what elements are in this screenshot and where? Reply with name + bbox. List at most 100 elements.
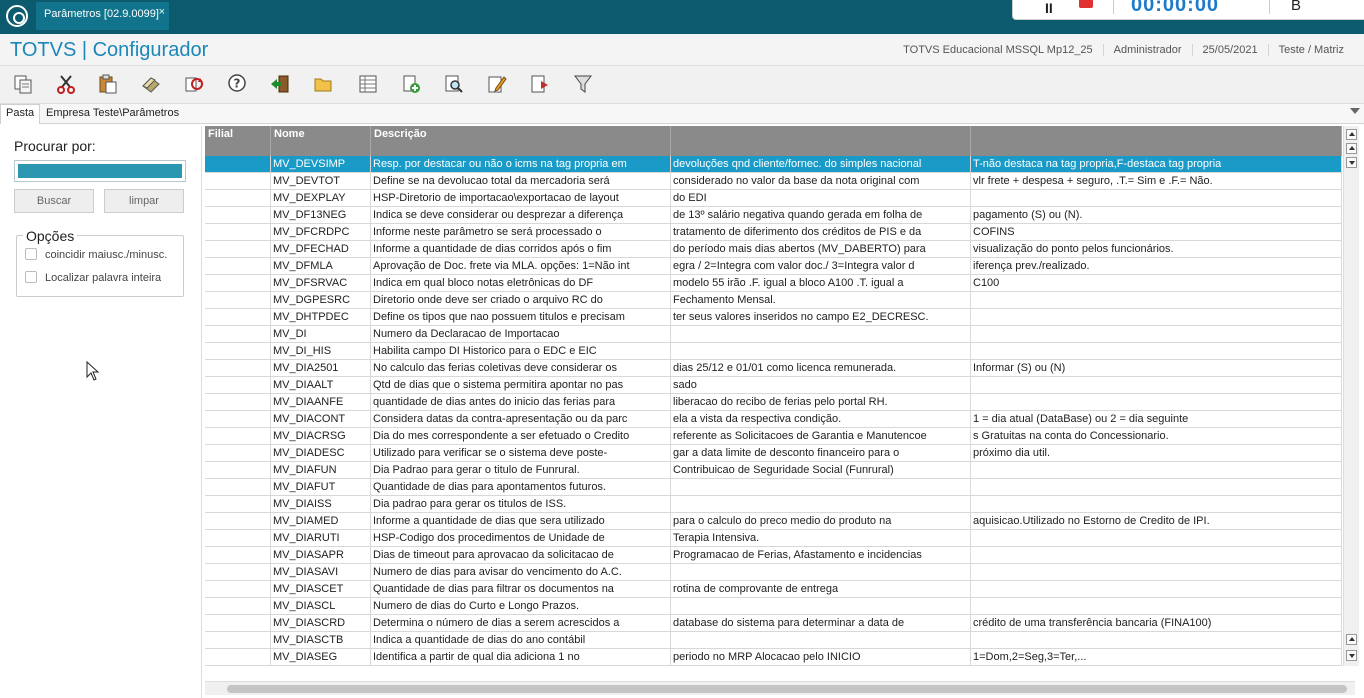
- table-row[interactable]: MV_DIADESC Utilizado para verificar se o …: [205, 445, 1342, 462]
- table-row[interactable]: MV_DFMLA Aprovação de Doc. frete via MLA.…: [205, 258, 1342, 275]
- filial-cell: [205, 224, 271, 241]
- header-filial[interactable]: Filial: [205, 126, 271, 156]
- table-row[interactable]: MV_DFCRDPC Informe neste parâmetro se ser…: [205, 224, 1342, 241]
- whole-word-checkbox[interactable]: [25, 271, 37, 283]
- filial-cell: [205, 649, 271, 666]
- table-row[interactable]: MV_DIACONT Considera datas da contra-apre…: [205, 411, 1342, 428]
- descricao-cont-cell: para o calculo do preco medio do produto…: [671, 513, 971, 530]
- scroll-down-icon[interactable]: [1346, 650, 1357, 661]
- descricao-cont2-cell: 1 = dia atual (DataBase) ou 2 = dia segu…: [971, 411, 1342, 428]
- table-row[interactable]: MV_DIASCL Numero de dias do Curto e Longo…: [205, 598, 1342, 615]
- table-row[interactable]: MV_DIAMED Informe a quantidade de dias qu…: [205, 513, 1342, 530]
- descricao-cont2-cell: [971, 479, 1342, 496]
- table-row[interactable]: MV_DGPESRC Diretorio onde deve ser criado…: [205, 292, 1342, 309]
- vertical-scrollbar[interactable]: [1343, 126, 1359, 666]
- filial-cell: [205, 309, 271, 326]
- table-row[interactable]: MV_DIARUTI HSP-Codigo dos procedimentos d…: [205, 530, 1342, 547]
- add-icon[interactable]: [398, 71, 424, 97]
- paste-icon[interactable]: [95, 71, 121, 97]
- table-row[interactable]: MV_DIA2501 No calculo das ferias coletiva…: [205, 360, 1342, 377]
- table-icon[interactable]: [355, 71, 381, 97]
- stop-icon[interactable]: [1079, 0, 1093, 8]
- search-input[interactable]: [18, 164, 182, 178]
- header-descricao-2[interactable]: [671, 126, 971, 156]
- nome-cell: MV_DIA2501: [271, 360, 371, 377]
- descricao-cell: Numero de dias do Curto e Longo Prazos.: [371, 598, 671, 615]
- filial-cell: [205, 445, 271, 462]
- match-case-checkbox[interactable]: [25, 248, 37, 260]
- pause-icon[interactable]: II: [1045, 0, 1053, 16]
- match-case-option[interactable]: coincidir maiusc./minusc.: [25, 248, 167, 261]
- descricao-cell: Indica a quantidade de dias do ano contá…: [371, 632, 671, 649]
- filial-cell: [205, 156, 271, 173]
- whole-word-option[interactable]: Localizar palavra inteira: [25, 271, 161, 284]
- chevron-down-icon[interactable]: [1350, 108, 1360, 114]
- horizontal-scrollbar[interactable]: [205, 681, 1355, 695]
- divider: [1113, 0, 1114, 14]
- table-row[interactable]: MV_DEVTOT Define se na devolucao total da…: [205, 173, 1342, 190]
- recording-timer: II 00:00:00 B: [1012, 0, 1364, 20]
- table-row[interactable]: MV_DIASCET Quantidade de dias para filtra…: [205, 581, 1342, 598]
- filter-icon[interactable]: [570, 71, 596, 97]
- table-row[interactable]: MV_DIAALT Qtd de dias que o sistema permi…: [205, 377, 1342, 394]
- header-descricao-3[interactable]: [971, 126, 1342, 156]
- table-row[interactable]: MV_DI Numero da Declaracao de Importacao: [205, 326, 1342, 343]
- table-row[interactable]: MV_DF13NEG Indica se deve considerar ou d…: [205, 207, 1342, 224]
- horizontal-scroll-thumb[interactable]: [227, 685, 1347, 693]
- search-doc-icon[interactable]: [441, 71, 467, 97]
- folder-icon[interactable]: [310, 71, 336, 97]
- table-row[interactable]: MV_DIAANFE quantidade de dias antes do in…: [205, 394, 1342, 411]
- descricao-cont-cell: Terapia Intensiva.: [671, 530, 971, 547]
- copy-icon[interactable]: [10, 71, 36, 97]
- table-row[interactable]: MV_DIASCTB Indica a quantidade de dias do…: [205, 632, 1342, 649]
- table-row[interactable]: MV_DIASAPR Dias de timeout para aprovacao…: [205, 547, 1342, 564]
- descricao-cont2-cell: [971, 530, 1342, 547]
- table-row[interactable]: MV_DFSRVAC Indica em qual bloco notas ele…: [205, 275, 1342, 292]
- table-row[interactable]: MV_DIASCRD Determina o número de dias a s…: [205, 615, 1342, 632]
- descricao-cont2-cell: 1=Dom,2=Seg,3=Ter,...: [971, 649, 1342, 666]
- nome-cell: MV_DFMLA: [271, 258, 371, 275]
- table-row[interactable]: MV_DEVSIMP Resp. por destacar ou não o ic…: [205, 156, 1342, 173]
- close-tab-icon[interactable]: ×: [159, 6, 165, 18]
- export-icon[interactable]: [527, 71, 553, 97]
- table-row[interactable]: MV_DIAFUT Quantidade de dias para apontam…: [205, 479, 1342, 496]
- descricao-cont2-cell: [971, 309, 1342, 326]
- scroll-page-down-icon[interactable]: [1346, 157, 1357, 168]
- toolbar: ?: [0, 66, 1364, 104]
- filial-cell: [205, 615, 271, 632]
- buscar-button[interactable]: Buscar: [14, 189, 94, 213]
- descricao-cont-cell: Programacao de Ferias, Afastamento e inc…: [671, 547, 971, 564]
- header-descricao[interactable]: Descrição: [371, 126, 671, 156]
- totvs-menu-icon[interactable]: [6, 5, 28, 27]
- tab-parametros[interactable]: Parâmetros [02.9.0099] ×: [36, 2, 169, 30]
- scroll-page-up-icon[interactable]: [1346, 634, 1357, 645]
- table-row[interactable]: MV_DI_HIS Habilita campo DI Historico par…: [205, 343, 1342, 360]
- nome-cell: MV_DIAISS: [271, 496, 371, 513]
- descricao-cont-cell: liberacao do recibo de ferias pelo porta…: [671, 394, 971, 411]
- table-row[interactable]: MV_DIAFUN Dia Padrao para gerar o titulo …: [205, 462, 1342, 479]
- scroll-top-icon[interactable]: [1346, 129, 1357, 140]
- descricao-cell: Resp. por destacar ou não o icms na tag …: [371, 156, 671, 173]
- header-nome[interactable]: Nome: [271, 126, 371, 156]
- cut-icon[interactable]: [53, 71, 79, 97]
- limpar-button[interactable]: limpar: [104, 189, 184, 213]
- descricao-cell: Quantidade de dias para filtrar os docum…: [371, 581, 671, 598]
- table-row[interactable]: MV_DIASAVI Numero de dias para avisar do …: [205, 564, 1342, 581]
- erase-icon[interactable]: [138, 71, 164, 97]
- table-row[interactable]: MV_DIAISS Dia padrao para gerar os titulo…: [205, 496, 1342, 513]
- table-row[interactable]: MV_DFECHAD Informe a quantidade de dias c…: [205, 241, 1342, 258]
- tab-pasta[interactable]: Pasta: [0, 104, 40, 124]
- table-row[interactable]: MV_DHTPDEC Define os tipos que nao possue…: [205, 309, 1342, 326]
- table-row[interactable]: MV_DIACRSG Dia do mes correspondente a se…: [205, 428, 1342, 445]
- table-row[interactable]: MV_DEXPLAY HSP-Diretorio de importacao\ex…: [205, 190, 1342, 207]
- timer-value: 00:00:00: [1131, 0, 1220, 16]
- exit-icon[interactable]: [267, 71, 293, 97]
- table-row[interactable]: MV_DIASEG Identifica a partir de qual dia…: [205, 649, 1342, 666]
- scroll-up-icon[interactable]: [1346, 143, 1357, 154]
- refresh-icon[interactable]: [181, 71, 207, 97]
- descricao-cell: Dias de timeout para aprovacao da solici…: [371, 547, 671, 564]
- app-info: TOTVS Educacional MSSQL Mp12_25 Administ…: [893, 44, 1354, 56]
- descricao-cell: Dia do mes correspondente a ser efetuado…: [371, 428, 671, 445]
- edit-icon[interactable]: [484, 71, 510, 97]
- help-icon[interactable]: ?: [224, 71, 250, 97]
